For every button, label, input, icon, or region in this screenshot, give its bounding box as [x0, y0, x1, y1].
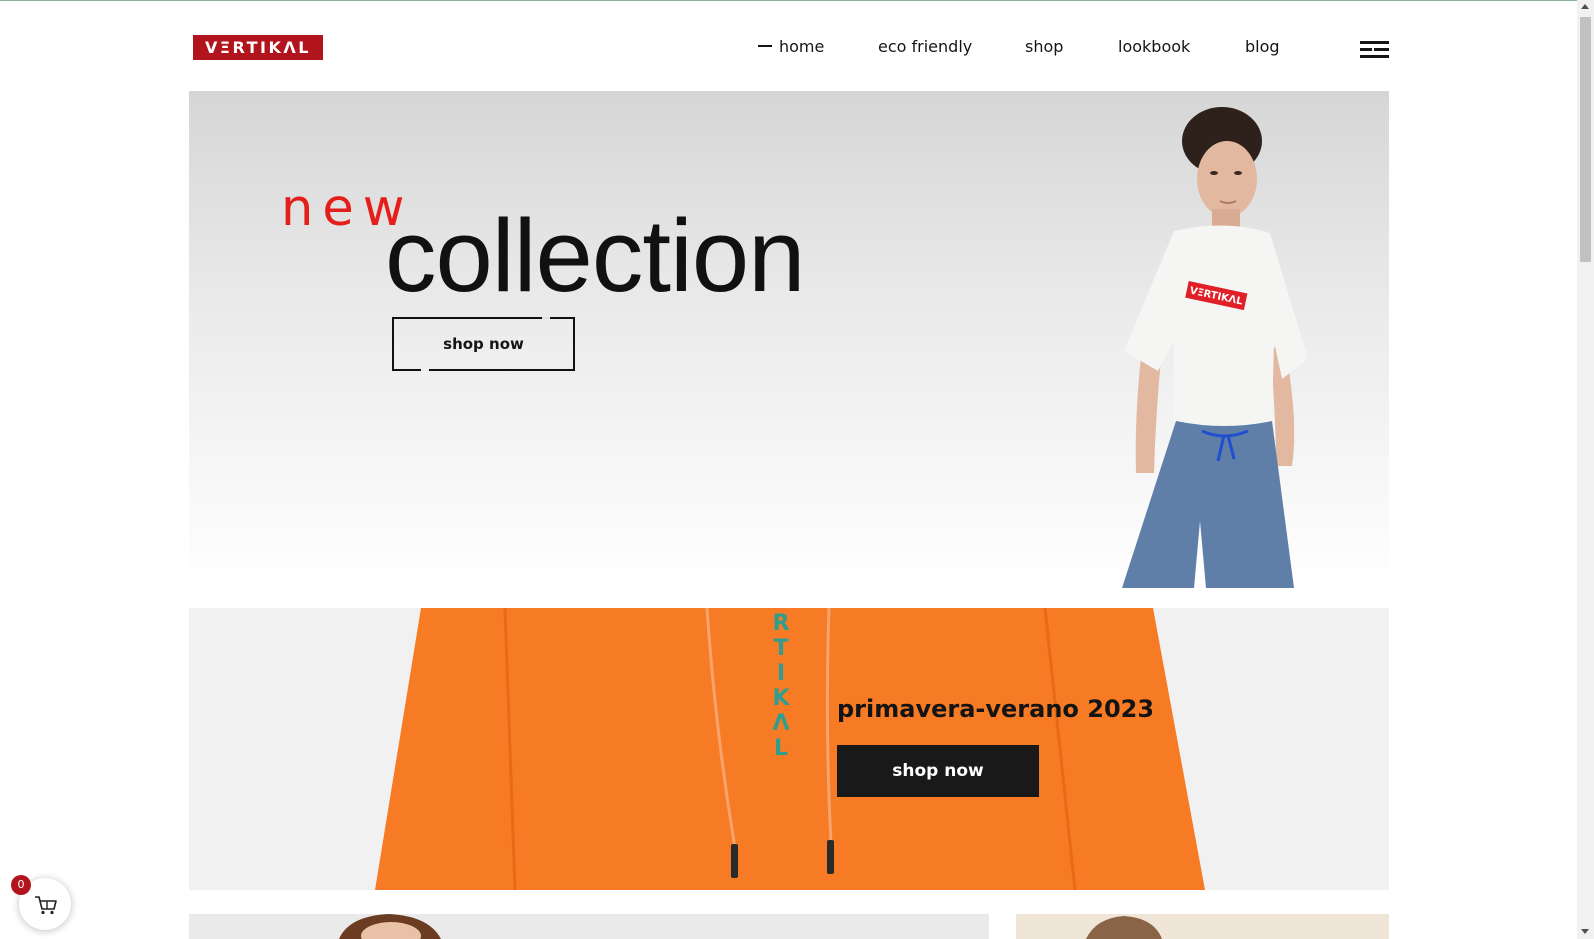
hoodie-print-letter: K: [772, 686, 790, 711]
card-right-image: [1086, 916, 1162, 939]
nav-item-shop[interactable]: shop: [1025, 36, 1063, 58]
page-scrollbar[interactable]: [1577, 0, 1594, 939]
lookbook-card-left[interactable]: [189, 914, 989, 939]
scrollbar-thumb[interactable]: [1580, 17, 1591, 262]
brand-logo[interactable]: VΞRTIKΛL: [193, 35, 323, 60]
hero-banner: new collection shop now VΞRTIKΛL: [189, 91, 1389, 588]
promo-banner: R T I K Λ L primavera-verano 2023 shop n…: [189, 608, 1389, 890]
hoodie-print-letter: T: [773, 636, 788, 661]
hamburger-menu-icon[interactable]: [1360, 39, 1389, 59]
hero-model-image: VΞRTIKΛL: [1122, 107, 1308, 588]
promo-shop-now-button[interactable]: shop now: [837, 745, 1039, 797]
hoodie-print-letter: L: [774, 736, 788, 761]
scroll-down-arrow-icon[interactable]: [1581, 929, 1589, 934]
hero-shop-now-button[interactable]: shop now: [392, 317, 575, 371]
promo-title: primavera-verano 2023: [837, 695, 1155, 723]
lookbook-card-right[interactable]: [1016, 914, 1389, 939]
nav-item-eco-friendly[interactable]: eco friendly: [878, 36, 972, 58]
card-left-image: [339, 914, 441, 939]
hoodie-print-letter: I: [777, 661, 785, 686]
promo-hoodie-image: R T I K Λ L: [375, 608, 1205, 890]
hoodie-print-letter: Λ: [772, 711, 789, 736]
cart-count-badge: 0: [11, 875, 31, 895]
nav-item-home[interactable]: home: [779, 36, 824, 58]
hero-shop-now-label: shop now: [443, 335, 524, 353]
scroll-up-arrow-icon[interactable]: [1581, 4, 1589, 9]
brand-logo-text: VΞRTIKΛL: [205, 38, 311, 57]
nav-item-lookbook[interactable]: lookbook: [1118, 36, 1190, 58]
nav-active-indicator: [758, 45, 772, 47]
hoodie-print-letter: R: [773, 611, 790, 636]
hero-headline: collection: [385, 198, 805, 313]
nav-item-blog[interactable]: blog: [1245, 36, 1280, 58]
window-top-border: [0, 0, 1594, 1]
